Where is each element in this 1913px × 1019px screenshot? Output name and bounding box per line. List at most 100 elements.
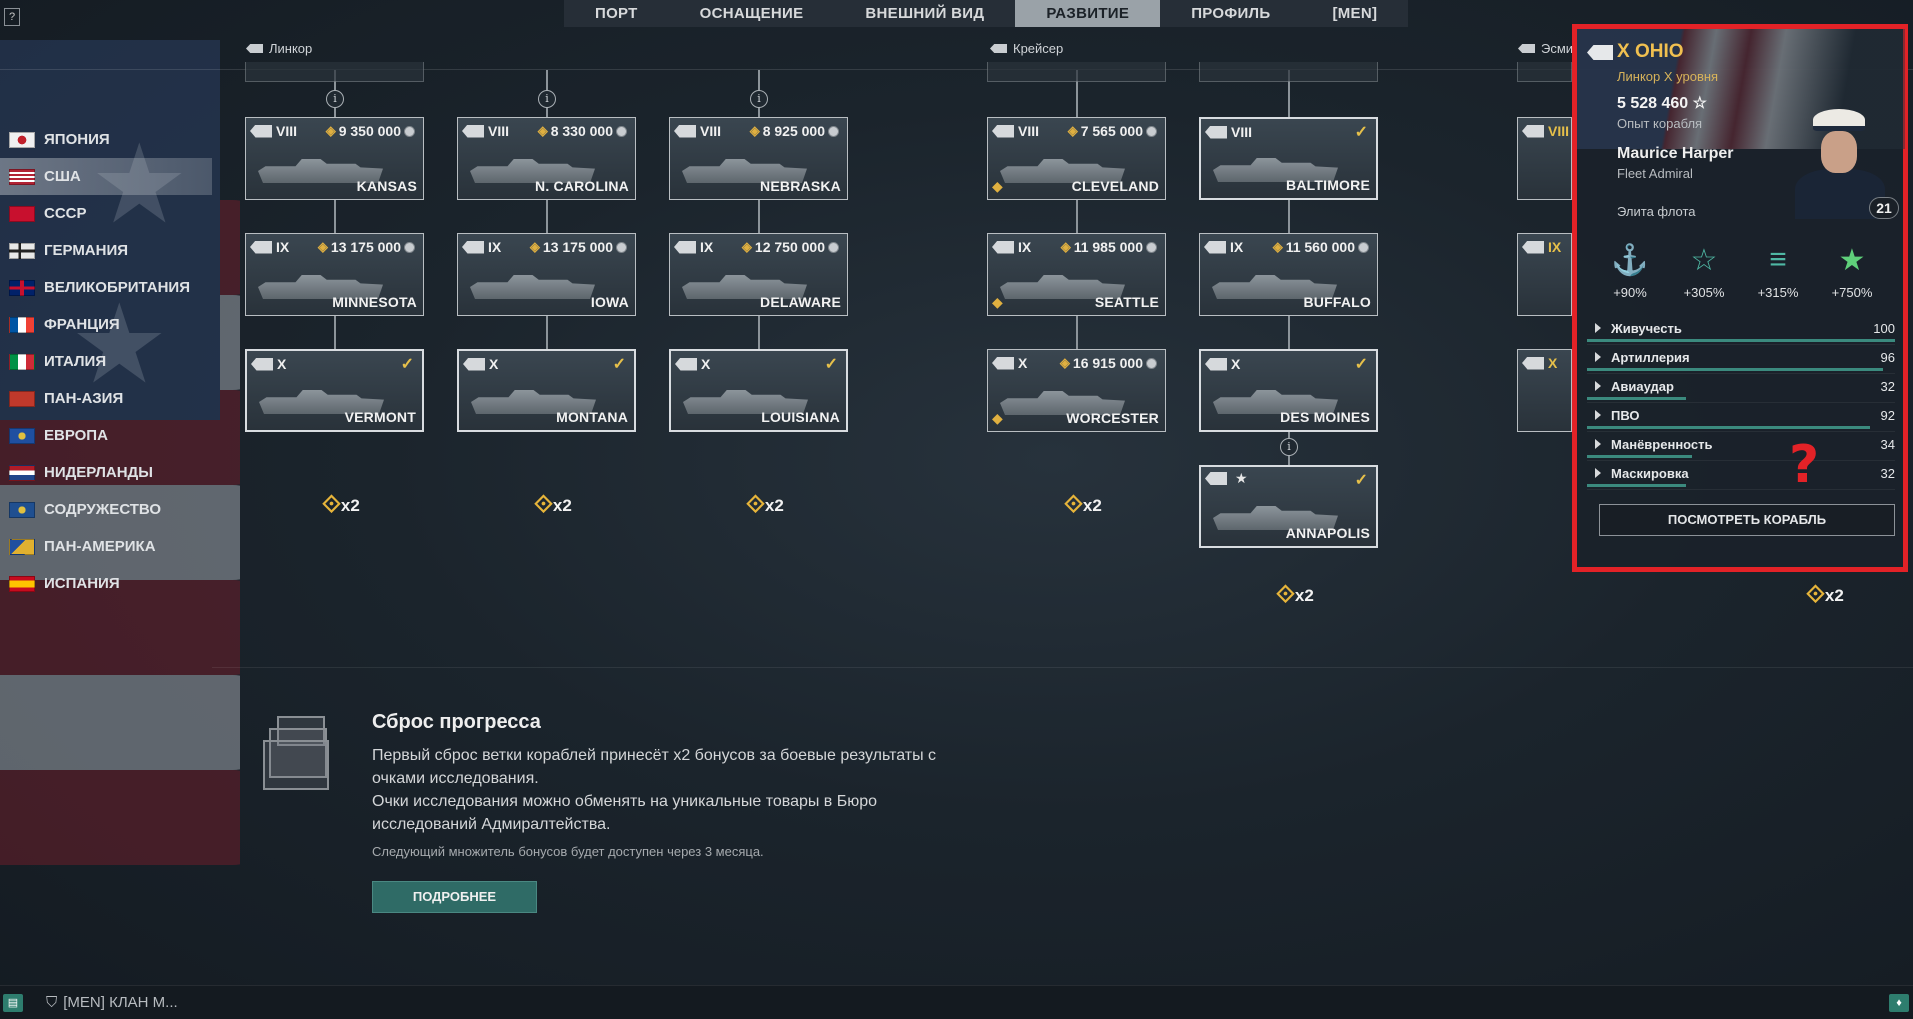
tab-port[interactable]: ПОРТ [564, 0, 669, 27]
ship-tier: X [701, 356, 711, 372]
research-points-icon: ⟐ [1806, 581, 1825, 608]
info-icon[interactable]: i [538, 90, 556, 108]
nation-label: ПАН-АМЕРИКА [44, 538, 156, 555]
nation-pan-asia[interactable]: ПАН-АЗИЯ [0, 380, 212, 417]
ship-card-cleveland[interactable]: VIII ◈ 7 565 000 ◆ CLEVELAND [987, 117, 1166, 200]
tab-clan[interactable]: [MEN] [1301, 0, 1408, 27]
ship-card-destroyer-x[interactable]: X [1517, 349, 1572, 432]
ship-card-des-moines[interactable]: X ✓ DES MOINES [1199, 349, 1378, 432]
branch-reset-multiplier[interactable]: ⟐ x2 [1064, 491, 1102, 518]
ship-price: 13 175 000 [542, 239, 613, 255]
branch-reset-multiplier[interactable]: ⟐ x2 [1276, 583, 1314, 607]
ship-card-baltimore[interactable]: VIII ✓ BALTIMORE [1199, 117, 1378, 200]
branch-reset-multiplier[interactable]: ⟐ x2 [746, 491, 784, 518]
cruiser-class-icon [992, 124, 1014, 138]
nation-germany[interactable]: ГЕРМАНИЯ [0, 232, 212, 269]
stat-maneuverability[interactable]: Манёвренность 34 [1587, 432, 1895, 461]
partial-ship-card[interactable] [1199, 62, 1378, 82]
partial-ship-card[interactable] [245, 62, 424, 82]
ship-name: BUFFALO [1303, 294, 1371, 310]
ship-card-delaware[interactable]: IX ◈ 12 750 000 DELAWARE [669, 233, 848, 316]
nation-spain[interactable]: ИСПАНИЯ [0, 565, 212, 602]
research-points-icon: ⟐ [746, 491, 765, 518]
ship-name: DELAWARE [760, 294, 841, 310]
bonus-row: ⚓ +90% ☆ +305% ≡ +315% ★ +750% [1577, 241, 1905, 300]
more-info-button[interactable]: ПОДРОБНЕЕ [372, 881, 537, 913]
bonus-free-xp[interactable]: ★ +750% [1822, 241, 1882, 301]
ship-price: 12 750 000 [754, 239, 825, 255]
researched-check-icon: ✓ [824, 356, 838, 373]
nation-usa[interactable]: США [0, 158, 212, 195]
partial-ship-card[interactable] [1517, 62, 1572, 82]
stat-aa-defense[interactable]: ПВО 92 [1587, 403, 1895, 432]
branch-reset-multiplier[interactable]: ⟐ x2 [534, 493, 572, 517]
commander-xp-bonus-icon: ≡ [1769, 243, 1787, 276]
nation-list: ЯПОНИЯ США СССР ГЕРМАНИЯ ВЕЛИКОБРИТАНИЯ … [0, 121, 212, 602]
branch-reset-multiplier[interactable]: ⟐ x2 [322, 493, 360, 517]
battleship-header: Линкор [246, 41, 312, 56]
ship-card-destroyer-viii[interactable]: VIII [1517, 117, 1572, 200]
partial-ship-card[interactable] [987, 62, 1166, 82]
ship-card-seattle[interactable]: IX ◈ 11 985 000 ◆ SEATTLE [987, 233, 1166, 316]
ship-card-nebraska[interactable]: VIII ◈ 8 925 000 NEBRASKA [669, 117, 848, 200]
nation-italy[interactable]: ИТАЛИЯ [0, 343, 212, 380]
ship-card-montana[interactable]: X ✓ MONTANA [457, 349, 636, 432]
bonus-credits[interactable]: ⚓ +90% [1600, 241, 1660, 301]
nation-commonwealth[interactable]: СОДРУЖЕСТВО [0, 491, 212, 528]
nation-label: ИСПАНИЯ [44, 575, 120, 592]
ship-xp: 5 528 460 ☆ [1617, 95, 1707, 112]
ship-tier: IX [1548, 239, 1562, 255]
destroyer-header-label: Эсми [1541, 41, 1574, 56]
ship-tier: X [1548, 355, 1558, 371]
ship-card-buffalo[interactable]: IX ◈ 11 560 000 BUFFALO [1199, 233, 1378, 316]
nation-uk[interactable]: ВЕЛИКОБРИТАНИЯ [0, 269, 212, 306]
chat-icon[interactable]: ▤ [3, 994, 23, 1012]
view-ship-button[interactable]: ПОСМОТРЕТЬ КОРАБЛЬ [1599, 504, 1895, 536]
ship-card-kansas[interactable]: VIII ◈ 9 350 000 KANSAS [245, 117, 424, 200]
info-icon[interactable]: i [326, 90, 344, 108]
help-button[interactable]: ? [4, 8, 20, 26]
ship-card-iowa[interactable]: IX ◈ 13 175 000 IOWA [457, 233, 636, 316]
ship-card-worcester[interactable]: X ◈ 16 915 000 ◆ WORCESTER [987, 349, 1166, 432]
nation-europe[interactable]: ЕВРОПА [0, 417, 212, 454]
ship-stats-list: Живучесть 100 Артиллерия 96 Авиаудар 32 ПВО… [1587, 316, 1895, 490]
ship-card-north-carolina[interactable]: VIII ◈ 8 330 000 N. CAROLINA [457, 117, 636, 200]
info-icon[interactable]: i [750, 90, 768, 108]
ship-name: NEBRASKA [760, 178, 841, 194]
research-points-icon: ⟐ [1064, 491, 1083, 518]
tab-profile[interactable]: ПРОФИЛЬ [1160, 0, 1301, 27]
ship-card-destroyer-ix[interactable]: IX [1517, 233, 1572, 316]
tab-appearance[interactable]: ВНЕШНИЙ ВИД [834, 0, 1015, 27]
clan-button[interactable]: ⛉ [MEN] КЛАН М... [46, 994, 178, 1011]
credits-icon [1146, 241, 1157, 253]
ship-name: DES MOINES [1280, 409, 1370, 425]
stat-survivability[interactable]: Живучесть 100 [1587, 316, 1895, 345]
info-icon[interactable]: i [1280, 438, 1298, 456]
branch-reset-multiplier[interactable]: ⟐ x2 [1806, 581, 1844, 608]
tab-equipment[interactable]: ОСНАЩЕНИЕ [669, 0, 835, 27]
ship-card-vermont[interactable]: X ✓ VERMONT [245, 349, 424, 432]
tab-development[interactable]: РАЗВИТИЕ [1015, 0, 1161, 27]
ship-card-louisiana[interactable]: X ✓ LOUISIANA [669, 349, 848, 432]
nation-label: ГЕРМАНИЯ [44, 242, 129, 259]
nation-label: ВЕЛИКОБРИТАНИЯ [44, 279, 190, 296]
nation-france[interactable]: ФРАНЦИЯ [0, 306, 212, 343]
stat-artillery[interactable]: Артиллерия 96 [1587, 345, 1895, 374]
ship-price: 8 925 000 [762, 123, 825, 139]
clan-shield-icon: ⛉ [46, 994, 58, 1011]
researched-check-icon: ✓ [1354, 356, 1368, 373]
notifications-icon[interactable]: ♦ [1889, 994, 1909, 1012]
nation-pan-america[interactable]: ПАН-АМЕРИКА [0, 528, 212, 565]
commander-name: Maurice Harper [1617, 145, 1734, 162]
bonus-ship-xp[interactable]: ☆ +305% [1674, 241, 1734, 301]
nation-netherlands[interactable]: НИДЕРЛАНДЫ [0, 454, 212, 491]
bonus-commander-xp[interactable]: ≡ +315% [1748, 241, 1808, 300]
ship-card-minnesota[interactable]: IX ◈ 13 175 000 MINNESOTA [245, 233, 424, 316]
nation-japan[interactable]: ЯПОНИЯ [0, 121, 212, 158]
ship-tier: IX [1230, 239, 1244, 255]
ship-card-annapolis[interactable]: ★ ✓ ANNAPOLIS [1199, 465, 1378, 548]
stat-concealment[interactable]: Маскировка 32 [1587, 461, 1895, 490]
nation-ussr[interactable]: СССР [0, 195, 212, 232]
ship-name: KANSAS [356, 178, 417, 194]
stat-airstrike[interactable]: Авиаудар 32 [1587, 374, 1895, 403]
